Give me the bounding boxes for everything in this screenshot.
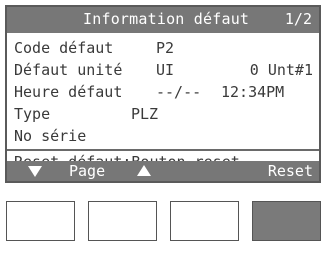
page-up-icon[interactable] xyxy=(137,165,151,176)
function-button-3[interactable] xyxy=(170,201,239,241)
page-softkey-label: Page xyxy=(69,162,106,180)
unit-type-value: UI xyxy=(156,61,175,79)
function-button-1[interactable] xyxy=(6,201,75,241)
time-label: Heure défaut xyxy=(14,83,123,101)
screen-title: Information défaut xyxy=(83,10,250,28)
title-bar: Information défaut 1/2 xyxy=(7,7,319,33)
error-code-label: Code défaut xyxy=(14,39,114,57)
function-button-4[interactable] xyxy=(252,201,321,241)
error-code-value: P2 xyxy=(156,39,175,57)
time-clock-value: 12:34PM xyxy=(221,83,285,101)
page-down-icon[interactable] xyxy=(28,166,42,177)
time-date-value: --/-- xyxy=(156,83,202,101)
page-indicator: 1/2 xyxy=(284,10,312,28)
unit-label: Défaut unité xyxy=(14,61,123,79)
softkey-bar: Page Reset xyxy=(7,161,319,181)
lcd-screen: Information défaut 1/2 Code défaut P2 Dé… xyxy=(5,5,321,183)
page-softkey[interactable]: Page xyxy=(7,161,175,181)
type-value: PLZ xyxy=(131,105,159,123)
function-button-2[interactable] xyxy=(88,201,157,241)
serial-label: No série xyxy=(14,127,87,145)
unit-number-value: 0 Unt#1 xyxy=(249,61,313,79)
type-label: Type xyxy=(14,105,51,123)
reset-softkey-label[interactable]: Reset xyxy=(268,162,313,180)
divider xyxy=(7,149,319,151)
